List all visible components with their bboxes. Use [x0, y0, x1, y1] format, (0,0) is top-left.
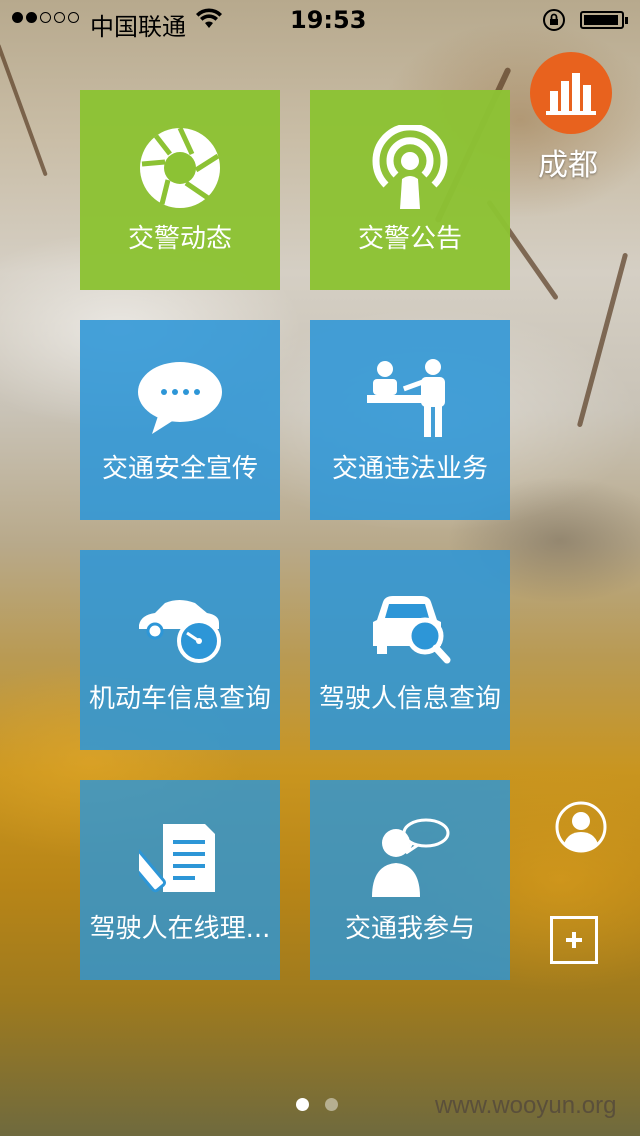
shutter-icon [130, 118, 230, 218]
battery-icon [580, 11, 628, 29]
speech-bubble-icon [130, 348, 230, 448]
plus-icon [566, 932, 582, 948]
broadcast-icon [360, 118, 460, 218]
carrier-name: 中国联通 [90, 13, 186, 41]
signal-strength-icon [12, 12, 79, 23]
rotation-lock-icon [542, 8, 566, 38]
page-dot-2[interactable] [325, 1098, 338, 1111]
tile-traffic-participation[interactable]: 交通我参与 [310, 780, 510, 980]
tile-driver-online-processing[interactable]: 驾驶人在线理... [80, 780, 280, 980]
tile-label: 交通违法业务 [331, 454, 488, 484]
page-indicator[interactable] [296, 1098, 338, 1111]
user-icon [555, 801, 607, 853]
person-chat-icon [360, 808, 460, 908]
add-button[interactable] [550, 916, 598, 964]
user-profile-button[interactable] [554, 800, 608, 854]
tile-traffic-violation-services[interactable]: 交通违法业务 [310, 320, 510, 520]
tile-label: 交通安全宣传 [101, 454, 258, 484]
tile-label: 交通我参与 [344, 914, 475, 944]
status-bar: 中国联通 19:53 [0, 0, 640, 41]
page-dot-1[interactable] [296, 1098, 309, 1111]
clock: 19:53 [290, 6, 367, 34]
tile-traffic-police-notices[interactable]: 交警公告 [310, 90, 510, 290]
tile-label: 驾驶人信息查询 [318, 684, 501, 714]
service-counter-icon [360, 348, 460, 448]
tile-traffic-safety-promotion[interactable]: 交通安全宣传 [80, 320, 280, 520]
document-pen-icon [130, 808, 230, 908]
tile-traffic-police-news[interactable]: 交警动态 [80, 90, 280, 290]
tile-label: 机动车信息查询 [88, 684, 271, 714]
city-weather-button[interactable] [530, 52, 612, 134]
bar-chart-icon [546, 73, 596, 115]
watermark: www.wooyun.org [435, 1092, 617, 1119]
car-search-icon [360, 578, 460, 678]
tile-label: 交警公告 [357, 224, 462, 254]
car-speedometer-icon [130, 578, 230, 678]
wifi-icon [196, 8, 222, 36]
tile-label: 驾驶人在线理... [89, 914, 271, 944]
tile-label: 交警动态 [127, 224, 232, 254]
city-name[interactable]: 成都 [538, 140, 598, 184]
tile-driver-info-query[interactable]: 驾驶人信息查询 [310, 550, 510, 750]
tile-vehicle-info-query[interactable]: 机动车信息查询 [80, 550, 280, 750]
